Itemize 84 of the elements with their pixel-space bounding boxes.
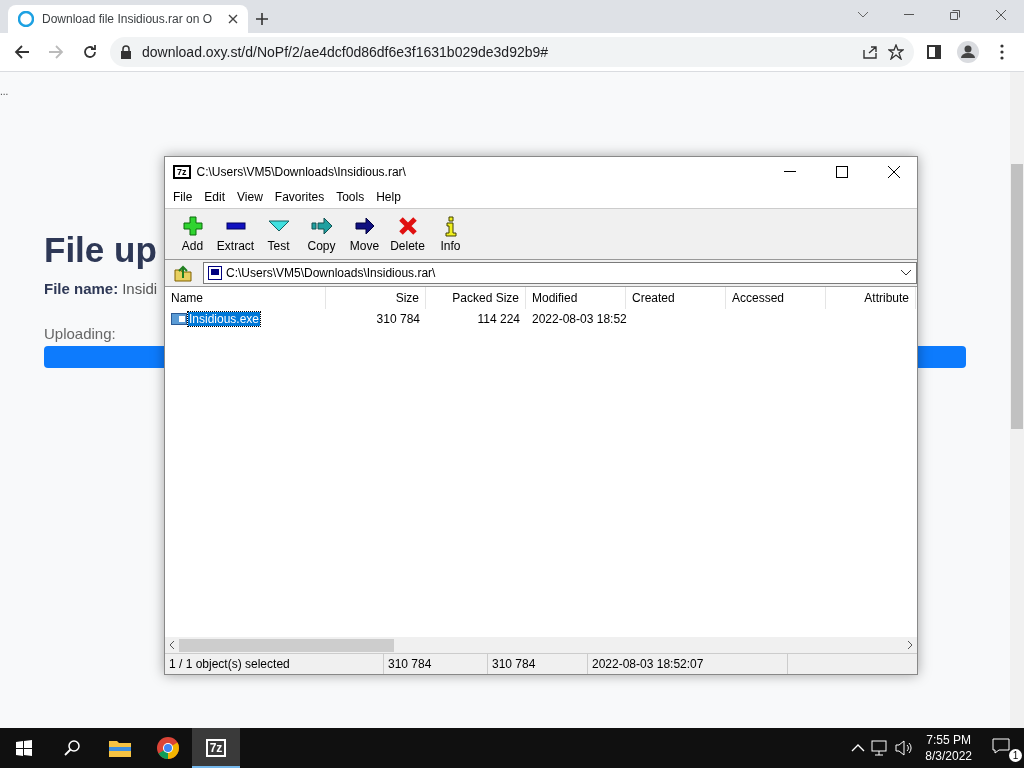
reload-icon [82,44,98,60]
column-header[interactable]: Name [165,287,326,309]
lock-icon [120,45,132,59]
file-name-text: File name: Insidi [44,280,159,297]
browser-tab[interactable]: Download file Insidious.rar on O [8,5,248,33]
table-cell-text: 2022-08-03 18:52 [531,311,626,328]
scrollbar[interactable] [1010,72,1024,728]
horizontal-scrollbar[interactable] [165,637,917,653]
path-field[interactable]: C:\Users\VM5\Downloads\Insidious.rar\ [203,262,917,284]
menu-icon [1000,44,1004,60]
panel-icon [927,45,941,59]
tab-title: Download file Insidious.rar on O [42,12,214,26]
chevron-down-icon [900,269,912,277]
page-heading: File up [44,230,157,270]
forward-arrow-icon [48,44,64,60]
menu-item[interactable]: Favorites [268,190,331,204]
profile-button[interactable] [954,38,982,66]
archive-icon [208,266,222,280]
plus-icon [255,12,269,26]
menu-item[interactable]: Tools [330,190,371,204]
ellipsis-text: ... [0,86,9,97]
status-text: 310 784 [384,654,488,674]
table-cell-text: 310 784 [375,311,421,328]
arrow-icon [353,215,376,237]
menu-item[interactable]: View [231,190,269,204]
column-header[interactable]: Size [326,287,426,309]
close-icon [228,14,238,24]
message-icon [992,738,1010,754]
windows-icon [16,740,32,756]
status-text: 2022-08-03 18:52:07 [588,654,788,674]
column-header[interactable]: Created [626,287,726,309]
app-logo: 7z [205,739,227,757]
toolbar-button[interactable]: Add [171,209,214,259]
column-header[interactable]: Accessed [726,287,826,309]
maximize-icon [836,165,848,178]
column-header[interactable]: Modified [526,287,626,309]
toolbar-button[interactable]: Test [257,209,300,259]
column-header[interactable]: Attribute [826,287,916,309]
toolbar-button[interactable]: Move [343,209,386,259]
menu-item[interactable]: Edit [198,190,232,204]
close-icon [888,165,900,178]
cross-icon [396,215,419,237]
toolbar-button[interactable]: Extract [214,209,257,259]
minimize-icon [904,14,914,16]
date-text: 8/3/2022 [925,748,972,764]
status-text: 1 / 1 object(s) selected [165,654,384,674]
toolbar-button[interactable]: Copy [300,209,343,259]
time-text: 7:55 PM [926,732,971,748]
minimize-icon [784,170,796,173]
scrollbar-thumb[interactable] [179,638,394,652]
restore-icon [950,10,960,20]
taskbar-app[interactable]: 7z [192,728,240,768]
chevron-down-icon [857,11,869,19]
toolbar-button[interactable]: Info [429,209,472,259]
menu-item[interactable]: Help [370,190,407,204]
search-icon [64,740,80,756]
menu-item[interactable]: File [167,190,199,204]
plus-icon [181,215,204,237]
file-name[interactable]: Insidious.exe [188,312,261,326]
clock[interactable]: 7:55 PM 8/3/2022 [925,732,972,764]
star-icon [888,44,904,60]
column-header[interactable]: Packed Size [426,287,526,309]
address-bar[interactable]: download.oxy.st/d/NoPf/2/ae4dcf0d86df6e3f1631b029de3d92b9# [110,37,914,67]
table-cell-text: 114 224 [476,311,521,328]
scrollbar-thumb[interactable] [1011,164,1023,429]
app-logo: 7z [173,164,191,179]
share-icon [862,44,878,60]
avatar-icon [957,41,979,63]
toolbar-button[interactable]: Delete [386,209,429,259]
arrow-icon [310,215,333,237]
folder-up-icon [174,264,192,282]
status-text: 310 784 [488,654,588,674]
folder-icon [108,738,132,758]
close-icon [996,10,1006,20]
chevron-up-icon [851,744,866,752]
back-arrow-icon [14,44,30,60]
notification-count: 1 [1009,749,1022,762]
network-icon [871,740,890,756]
window-title: C:\Users\VM5\Downloads\Insidious.rar\ [196,164,407,179]
volume-icon [895,740,914,756]
file-icon [171,313,187,325]
uploading-label: Uploading: [44,325,117,342]
chrome-icon [156,736,180,760]
url-text: download.oxy.st/d/NoPf/2/ae4dcf0d86df6e3f1631b029de3d92b9# [142,44,550,60]
